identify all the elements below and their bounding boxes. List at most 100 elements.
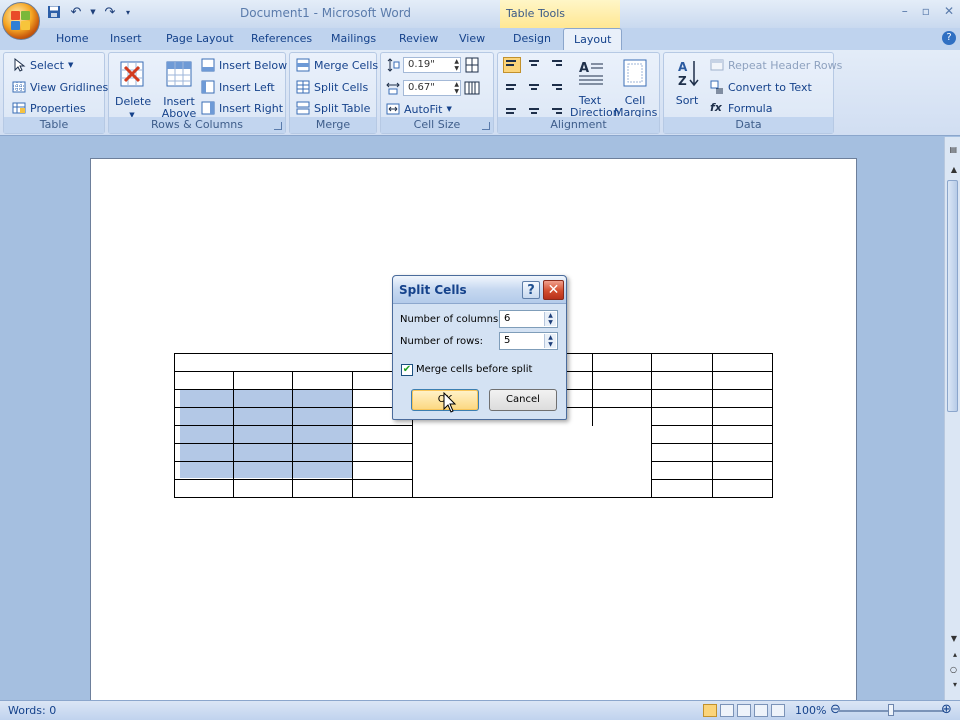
group-merge: Merge Cells Split Cells Split Table Merg…	[289, 52, 378, 134]
select-button[interactable]: Select ▼	[12, 58, 73, 72]
select-browse-object-icon[interactable]: ○	[950, 665, 957, 674]
sort-az-icon: AZ	[678, 60, 699, 88]
table-col-line	[651, 353, 652, 498]
cell-size-launcher-icon[interactable]	[482, 122, 490, 130]
office-logo-icon	[11, 11, 31, 31]
delete-table-icon	[120, 61, 144, 87]
cell-height-spinner-icon[interactable]: ▲ ▼	[454, 58, 459, 72]
split-cells-button[interactable]: Split Cells	[296, 80, 368, 94]
print-layout-view-icon[interactable]	[703, 704, 717, 717]
properties-button[interactable]: Properties	[12, 101, 86, 115]
columns-input[interactable]: 6 ▲ ▼	[499, 310, 558, 328]
next-page-icon[interactable]: ▾	[953, 680, 957, 689]
split-table-button[interactable]: Split Table	[296, 101, 370, 115]
customize-qat-icon[interactable]: ▾	[124, 4, 132, 20]
align-middle-center-icon[interactable]	[525, 79, 543, 95]
cancel-button[interactable]: Cancel	[489, 389, 557, 411]
group-table: Select ▼ View Gridlines Properties Table	[3, 52, 108, 134]
previous-page-icon[interactable]: ▴	[953, 650, 957, 659]
tab-layout[interactable]: Layout	[563, 28, 623, 51]
group-label-alignment: Alignment	[498, 117, 659, 133]
undo-dropdown-icon[interactable]: ▼	[90, 4, 96, 20]
group-label-data: Data	[664, 117, 833, 133]
zoom-level[interactable]: 100%	[795, 704, 826, 717]
outline-view-icon[interactable]	[754, 704, 768, 717]
insert-above-button[interactable]: Insert Above	[159, 59, 199, 120]
table-col-line	[712, 353, 713, 498]
ruler-toggle-icon[interactable]: ▤	[949, 145, 957, 154]
group-cell-size: 0.19" ▲ ▼ 0.67" ▲ ▼ AutoFit ▼ Cell Size	[380, 52, 494, 134]
align-top-right-icon[interactable]	[547, 57, 565, 73]
full-screen-reading-view-icon[interactable]	[720, 704, 734, 717]
tab-home[interactable]: Home	[56, 32, 88, 45]
cell-height-input[interactable]: 0.19" ▲ ▼	[403, 57, 461, 73]
tab-references[interactable]: References	[251, 32, 312, 45]
scrollbar-thumb[interactable]	[947, 180, 958, 412]
merge-before-split-checkbox[interactable]: ✔	[401, 364, 413, 376]
view-buttons	[703, 704, 785, 717]
view-gridlines-button[interactable]: View Gridlines	[12, 80, 108, 94]
insert-left-button[interactable]: Insert Left	[201, 80, 275, 94]
save-icon[interactable]	[46, 4, 62, 20]
align-bottom-right-icon[interactable]	[547, 101, 565, 117]
scroll-down-icon[interactable]: ▼	[951, 634, 957, 643]
merge-before-split-label[interactable]: Merge cells before split	[416, 364, 532, 375]
align-middle-right-icon[interactable]	[547, 79, 565, 95]
rows-input[interactable]: 5 ▲ ▼	[499, 332, 558, 350]
insert-below-button[interactable]: Insert Below	[201, 58, 287, 72]
table-col-line	[772, 353, 773, 498]
redo-icon[interactable]: ↷	[102, 4, 118, 20]
word-count[interactable]: Words: 0	[8, 704, 56, 717]
tab-mailings[interactable]: Mailings	[331, 32, 376, 45]
scroll-up-icon[interactable]: ▲	[951, 165, 957, 174]
cell-alignment-grid	[503, 57, 565, 117]
group-label-rows-columns: Rows & Columns	[109, 117, 285, 133]
delete-button[interactable]: Delete ▼	[115, 59, 151, 121]
cell-width-spinner-icon[interactable]: ▲ ▼	[454, 81, 459, 95]
table-col-line	[592, 353, 593, 426]
convert-to-text-button[interactable]: Convert to Text	[710, 80, 812, 94]
help-icon[interactable]: ?	[942, 31, 956, 45]
group-rows-columns: Delete ▼ Insert Above Insert Below Insert …	[108, 52, 287, 134]
minimize-icon[interactable]: –	[902, 4, 908, 18]
undo-icon[interactable]: ↶	[68, 4, 84, 20]
split-table-icon	[296, 101, 310, 115]
text-direction-button[interactable]: A Text Direction	[570, 58, 620, 119]
insert-right-button[interactable]: Insert Right	[201, 101, 283, 115]
office-button[interactable]	[2, 2, 40, 40]
distribute-rows-icon[interactable]	[464, 57, 480, 73]
rows-spinner-icon[interactable]: ▲ ▼	[544, 334, 556, 348]
tab-design[interactable]: Design	[513, 32, 551, 45]
cell-width-input[interactable]: 0.67" ▲ ▼	[403, 80, 461, 96]
insert-above-icon	[166, 61, 192, 87]
cell-margins-button[interactable]: Cell Margins	[614, 58, 657, 119]
columns-spinner-icon[interactable]: ▲ ▼	[544, 312, 556, 326]
tab-review[interactable]: Review	[399, 32, 438, 45]
autofit-button[interactable]: AutoFit ▼	[386, 102, 452, 116]
window-controls: – ▫ ✕	[902, 4, 954, 18]
draft-view-icon[interactable]	[771, 704, 785, 717]
formula-button[interactable]: fx Formula	[710, 101, 772, 115]
zoom-slider-thumb[interactable]	[888, 704, 894, 716]
close-window-icon[interactable]: ✕	[944, 4, 954, 18]
align-bottom-center-icon[interactable]	[525, 101, 543, 117]
table-row-line	[174, 461, 413, 462]
merge-cells-button[interactable]: Merge Cells	[296, 58, 378, 72]
web-layout-view-icon[interactable]	[737, 704, 751, 717]
restore-icon[interactable]: ▫	[922, 4, 930, 18]
dialog-help-icon[interactable]: ?	[522, 281, 540, 299]
repeat-header-rows-button[interactable]: Repeat Header Rows	[710, 58, 842, 72]
sort-button[interactable]: AZ Sort	[670, 58, 704, 107]
dialog-close-icon[interactable]: ✕	[543, 280, 564, 300]
align-top-left-icon[interactable]	[503, 57, 521, 73]
align-middle-left-icon[interactable]	[503, 79, 521, 95]
zoom-in-icon[interactable]: ⊕	[941, 702, 952, 717]
tab-view[interactable]: View	[459, 32, 485, 45]
tab-insert[interactable]: Insert	[110, 32, 142, 45]
vertical-scrollbar[interactable]: ▤ ▲ ▼ ▴ ○ ▾	[944, 137, 960, 700]
rows-columns-launcher-icon[interactable]	[274, 122, 282, 130]
align-top-center-icon[interactable]	[525, 57, 543, 73]
distribute-columns-icon[interactable]	[464, 80, 480, 96]
align-bottom-left-icon[interactable]	[503, 101, 521, 117]
tab-page-layout[interactable]: Page Layout	[166, 32, 234, 45]
